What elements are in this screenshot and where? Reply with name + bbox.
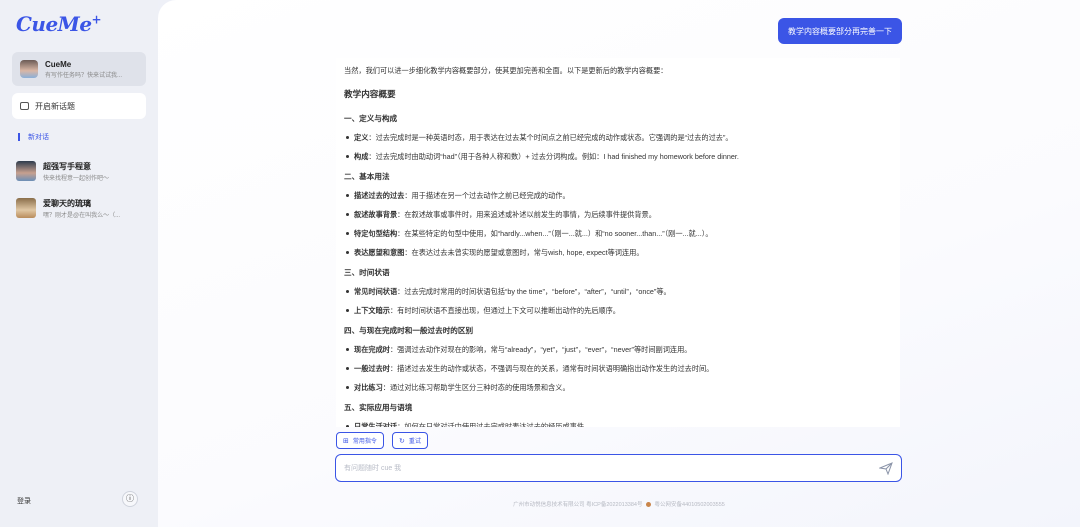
- list-item: 现在完成时：强调过去动作对现在的影响，常与“already”，“yet”，“ju…: [344, 345, 892, 355]
- answer-heading: 教学内容概要: [344, 89, 396, 99]
- command-icon: ⊞: [343, 437, 349, 445]
- agent-card-cueme[interactable]: CueMe 有写作任务吗？快来试试我...: [12, 52, 146, 86]
- input-placeholder: 有问题随时 cue 我: [344, 465, 402, 472]
- list-item: 对比练习：通过对比练习帮助学生区分三种时态的使用场景和含义。: [344, 383, 892, 393]
- item-term: 定义: [354, 133, 369, 142]
- item-term: 描述过去的过去: [354, 191, 405, 200]
- item-term: 叙述故事背景: [354, 210, 398, 219]
- new-topic-label: 开启新话题: [35, 101, 75, 111]
- chat-panel: 教学内容概要部分再完善一下 当然，我们可以进一步细化教学内容概要部分，使其更加完…: [158, 0, 1080, 527]
- section-list: 描述过去的过去：用于描述在另一个过去动作之前已经完成的动作。 叙述故事背景：在叙述…: [344, 191, 892, 258]
- list-item: 叙述故事背景：在叙述故事或事件时，用来追述或补述以前发生的事情，为后续事件提供背…: [344, 210, 892, 220]
- agent-subtitle: 有写作任务吗？快来试试我...: [45, 72, 123, 79]
- item-text: ：通过对比练习帮助学生区分三种时态的使用场景和含义。: [382, 383, 570, 392]
- item-text: ：在某些特定的句型中使用，如“hardly...when...”（刚一...就.…: [397, 229, 713, 238]
- item-term: 构成: [354, 152, 369, 161]
- answer-intro: 当然，我们可以进一步细化教学内容概要部分，使其更加完善和全面。以下是更新后的教学…: [344, 66, 668, 75]
- logo[interactable]: CueMe+: [16, 12, 102, 36]
- sidebar: CueMe+ CueMe 有写作任务吗？快来试试我... 开启新话题 新对话 超…: [0, 0, 158, 527]
- chat-bubble-icon: [20, 102, 29, 110]
- chat-title: 超强写手程意: [43, 161, 91, 171]
- agent-title: CueMe: [45, 59, 72, 69]
- section-title: 四、与现在完成时和一般过去时的区别: [344, 326, 474, 335]
- item-term: 上下文暗示: [354, 306, 390, 315]
- send-icon[interactable]: [879, 462, 893, 475]
- item-text: ：描述过去发生的动作或状态，不强调与现在的关系，通常有时间状语明确指出动作发生的…: [389, 364, 714, 373]
- item-text: ：在表达过去未曾实现的愿望或意图时，常与wish, hope, expect等词…: [404, 248, 644, 257]
- user-message: 教学内容概要部分再完善一下: [778, 18, 902, 44]
- current-conversation-item[interactable]: 新对话: [18, 132, 49, 142]
- retry-button[interactable]: ↻ 重试: [392, 432, 428, 449]
- item-text: ：强调过去动作对现在的影响，常与“already”，“yet”，“just”，“…: [389, 345, 692, 354]
- refresh-icon: ↻: [399, 437, 405, 445]
- item-term: 常见时间状语: [354, 287, 398, 296]
- new-topic-button[interactable]: 开启新话题: [12, 93, 146, 119]
- item-text: ：过去完成时由助动词“had”（用于各种人称和数）+ 过去分词构成。例如：I h…: [368, 152, 739, 161]
- item-term: 表达愿望和意图: [354, 248, 405, 257]
- item-text: ：如何在日常对话中使用过去完成时表达过去的经历或事件。: [397, 422, 592, 427]
- chat-title: 爱聊天的琉璃: [43, 198, 91, 208]
- section-title: 一、定义与构成: [344, 114, 398, 123]
- common-commands-button[interactable]: ⊞ 常用指令: [336, 432, 384, 449]
- chat-avatar: [16, 161, 36, 181]
- list-item: 表达愿望和意图：在表达过去未曾实现的愿望或意图时，常与wish, hope, e…: [344, 248, 892, 258]
- list-item: 特定句型结构：在某些特定的句型中使用，如“hardly...when...”（刚…: [344, 229, 892, 239]
- footer-police: 粤公网安备44010502003555: [654, 502, 725, 508]
- item-text: ：在叙述故事或事件时，用来追述或补述以前发生的事情，为后续事件提供背景。: [397, 210, 656, 219]
- section-list: 定义：过去完成时是一种英语时态，用于表达在过去某个时间点之前已经完成的动作或状态…: [344, 133, 892, 162]
- item-term: 日常生活对话: [354, 422, 398, 427]
- item-term: 现在完成时: [354, 345, 390, 354]
- footer: 广州市动悦信息技术有限公司 粤ICP备2022013384号 粤公网安备4401…: [158, 500, 1080, 508]
- section-list: 现在完成时：强调过去动作对现在的影响，常与“already”，“yet”，“ju…: [344, 345, 892, 393]
- assistant-answer: 当然，我们可以进一步细化教学内容概要部分，使其更加完善和全面。以下是更新后的教学…: [336, 58, 900, 427]
- item-term: 特定句型结构: [354, 229, 398, 238]
- message-input[interactable]: 有问题随时 cue 我: [335, 454, 902, 482]
- chat-item-liuli[interactable]: 爱聊天的琉璃 嘿？刚才是@在叫我么～（...: [16, 195, 150, 221]
- active-indicator: [18, 133, 20, 141]
- item-text: ：过去完成时常用的时间状语包括“by the time”，“before”，“a…: [397, 287, 671, 296]
- current-conversation-label: 新对话: [28, 134, 49, 141]
- item-term: 对比练习: [354, 383, 383, 392]
- list-item: 上下文暗示：有时时间状语不直接出现，但通过上下文可以推断出动作的先后顺序。: [344, 306, 892, 316]
- chat-subtitle: 嘿？刚才是@在叫我么～（...: [43, 212, 121, 219]
- chat-item-chengyi[interactable]: 超强写手程意 快来找程意一起创作吧～: [16, 158, 150, 184]
- list-item: 常见时间状语：过去完成时常用的时间状语包括“by the time”，“befo…: [344, 287, 892, 297]
- footer-company: 广州市动悦信息技术有限公司 粤ICP备2022013384号: [513, 502, 643, 508]
- logo-plus: +: [91, 12, 102, 27]
- list-item: 定义：过去完成时是一种英语时态，用于表达在过去某个时间点之前已经完成的动作或状态…: [344, 133, 892, 143]
- chat-subtitle: 快来找程意一起创作吧～: [43, 175, 110, 182]
- item-text: ：用于描述在另一个过去动作之前已经完成的动作。: [404, 191, 570, 200]
- section-title: 二、基本用法: [344, 172, 390, 181]
- list-item: 描述过去的过去：用于描述在另一个过去动作之前已经完成的动作。: [344, 191, 892, 201]
- section-list: 日常生活对话：如何在日常对话中使用过去完成时表达过去的经历或事件。阅读理解：在阅…: [344, 422, 892, 427]
- login-link[interactable]: 登录: [17, 496, 31, 506]
- section-list: 常见时间状语：过去完成时常用的时间状语包括“by the time”，“befo…: [344, 287, 892, 316]
- agent-avatar: [20, 60, 38, 78]
- logo-text: CueMe: [16, 12, 92, 36]
- item-text: ：有时时间状语不直接出现，但通过上下文可以推断出动作的先后顺序。: [389, 306, 620, 315]
- list-item: 日常生活对话：如何在日常对话中使用过去完成时表达过去的经历或事件。: [344, 422, 892, 427]
- chip-label: 重试: [408, 439, 421, 445]
- list-item: 构成：过去完成时由助动词“had”（用于各种人称和数）+ 过去分词构成。例如：I…: [344, 152, 892, 162]
- chat-avatar: [16, 198, 36, 218]
- police-badge-icon: [645, 502, 651, 508]
- item-term: 一般过去时: [354, 364, 390, 373]
- section-title: 三、时间状语: [344, 268, 390, 277]
- info-icon[interactable]: ⓘ: [122, 491, 138, 507]
- item-text: ：过去完成时是一种英语时态，用于表达在过去某个时间点之前已经完成的动作或状态。它…: [368, 133, 733, 142]
- section-title: 五、实际应用与语境: [344, 403, 413, 412]
- list-item: 一般过去时：描述过去发生的动作或状态，不强调与现在的关系，通常有时间状语明确指出…: [344, 364, 892, 374]
- chip-label: 常用指令: [352, 439, 377, 445]
